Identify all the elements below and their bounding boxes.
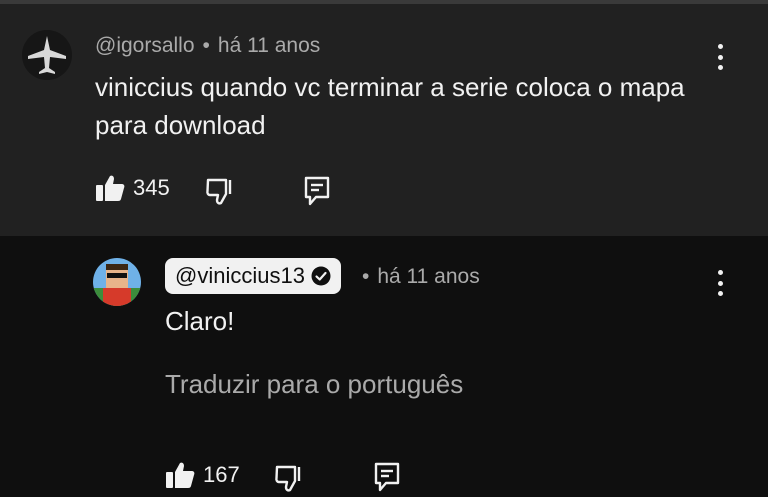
reply-timestamp[interactable]: há 11 anos bbox=[377, 265, 479, 288]
thumbs-up-icon bbox=[96, 175, 125, 201]
thumbs-up-icon bbox=[166, 462, 195, 488]
comment-thread: @igorsallo • há 11 anos viniccius quando v… bbox=[0, 4, 768, 236]
meta-separator: • bbox=[362, 265, 370, 288]
more-vert-icon bbox=[717, 44, 723, 49]
reply-thread: @viniccius13 • há 11 anos Claro! Traduzir… bbox=[0, 236, 768, 497]
translate-link[interactable]: Traduzir para o português bbox=[165, 369, 463, 400]
verified-icon bbox=[311, 266, 331, 286]
thumbs-down-icon bbox=[206, 178, 232, 205]
reply-icon bbox=[304, 176, 330, 206]
comment-text: viniccius quando vc terminar a serie col… bbox=[95, 72, 685, 140]
reply-dislike-button[interactable] bbox=[274, 465, 304, 493]
avatar[interactable] bbox=[22, 30, 72, 80]
dislike-button[interactable] bbox=[205, 178, 235, 206]
author-handle[interactable]: @igorsallo bbox=[95, 34, 195, 57]
reply-text: Claro! bbox=[165, 306, 235, 336]
thumbs-down-icon bbox=[275, 465, 301, 492]
reply-like-count: 167 bbox=[203, 462, 240, 487]
reply-icon bbox=[374, 462, 400, 492]
author-handle-chip[interactable]: @viniccius13 bbox=[165, 258, 341, 294]
timestamp[interactable]: há 11 anos bbox=[218, 34, 320, 57]
comment-meta: @igorsallo • há 11 anos bbox=[95, 34, 320, 58]
more-options-button[interactable] bbox=[710, 42, 730, 72]
reply-like-button[interactable]: 167 bbox=[165, 461, 240, 489]
minecraft-avatar-icon bbox=[93, 258, 141, 306]
reply-reply-button[interactable] bbox=[374, 462, 400, 492]
reply-meta: • há 11 anos bbox=[354, 265, 480, 289]
reply-button[interactable] bbox=[304, 176, 330, 206]
like-button[interactable]: 345 bbox=[95, 174, 170, 202]
meta-separator: • bbox=[202, 34, 210, 57]
reply-author-handle: @viniccius13 bbox=[175, 263, 305, 288]
jet-avatar-icon bbox=[22, 30, 72, 80]
reply-avatar[interactable] bbox=[93, 258, 141, 306]
like-count: 345 bbox=[133, 175, 170, 200]
more-vert-icon bbox=[717, 270, 723, 275]
reply-more-options-button[interactable] bbox=[710, 268, 730, 298]
